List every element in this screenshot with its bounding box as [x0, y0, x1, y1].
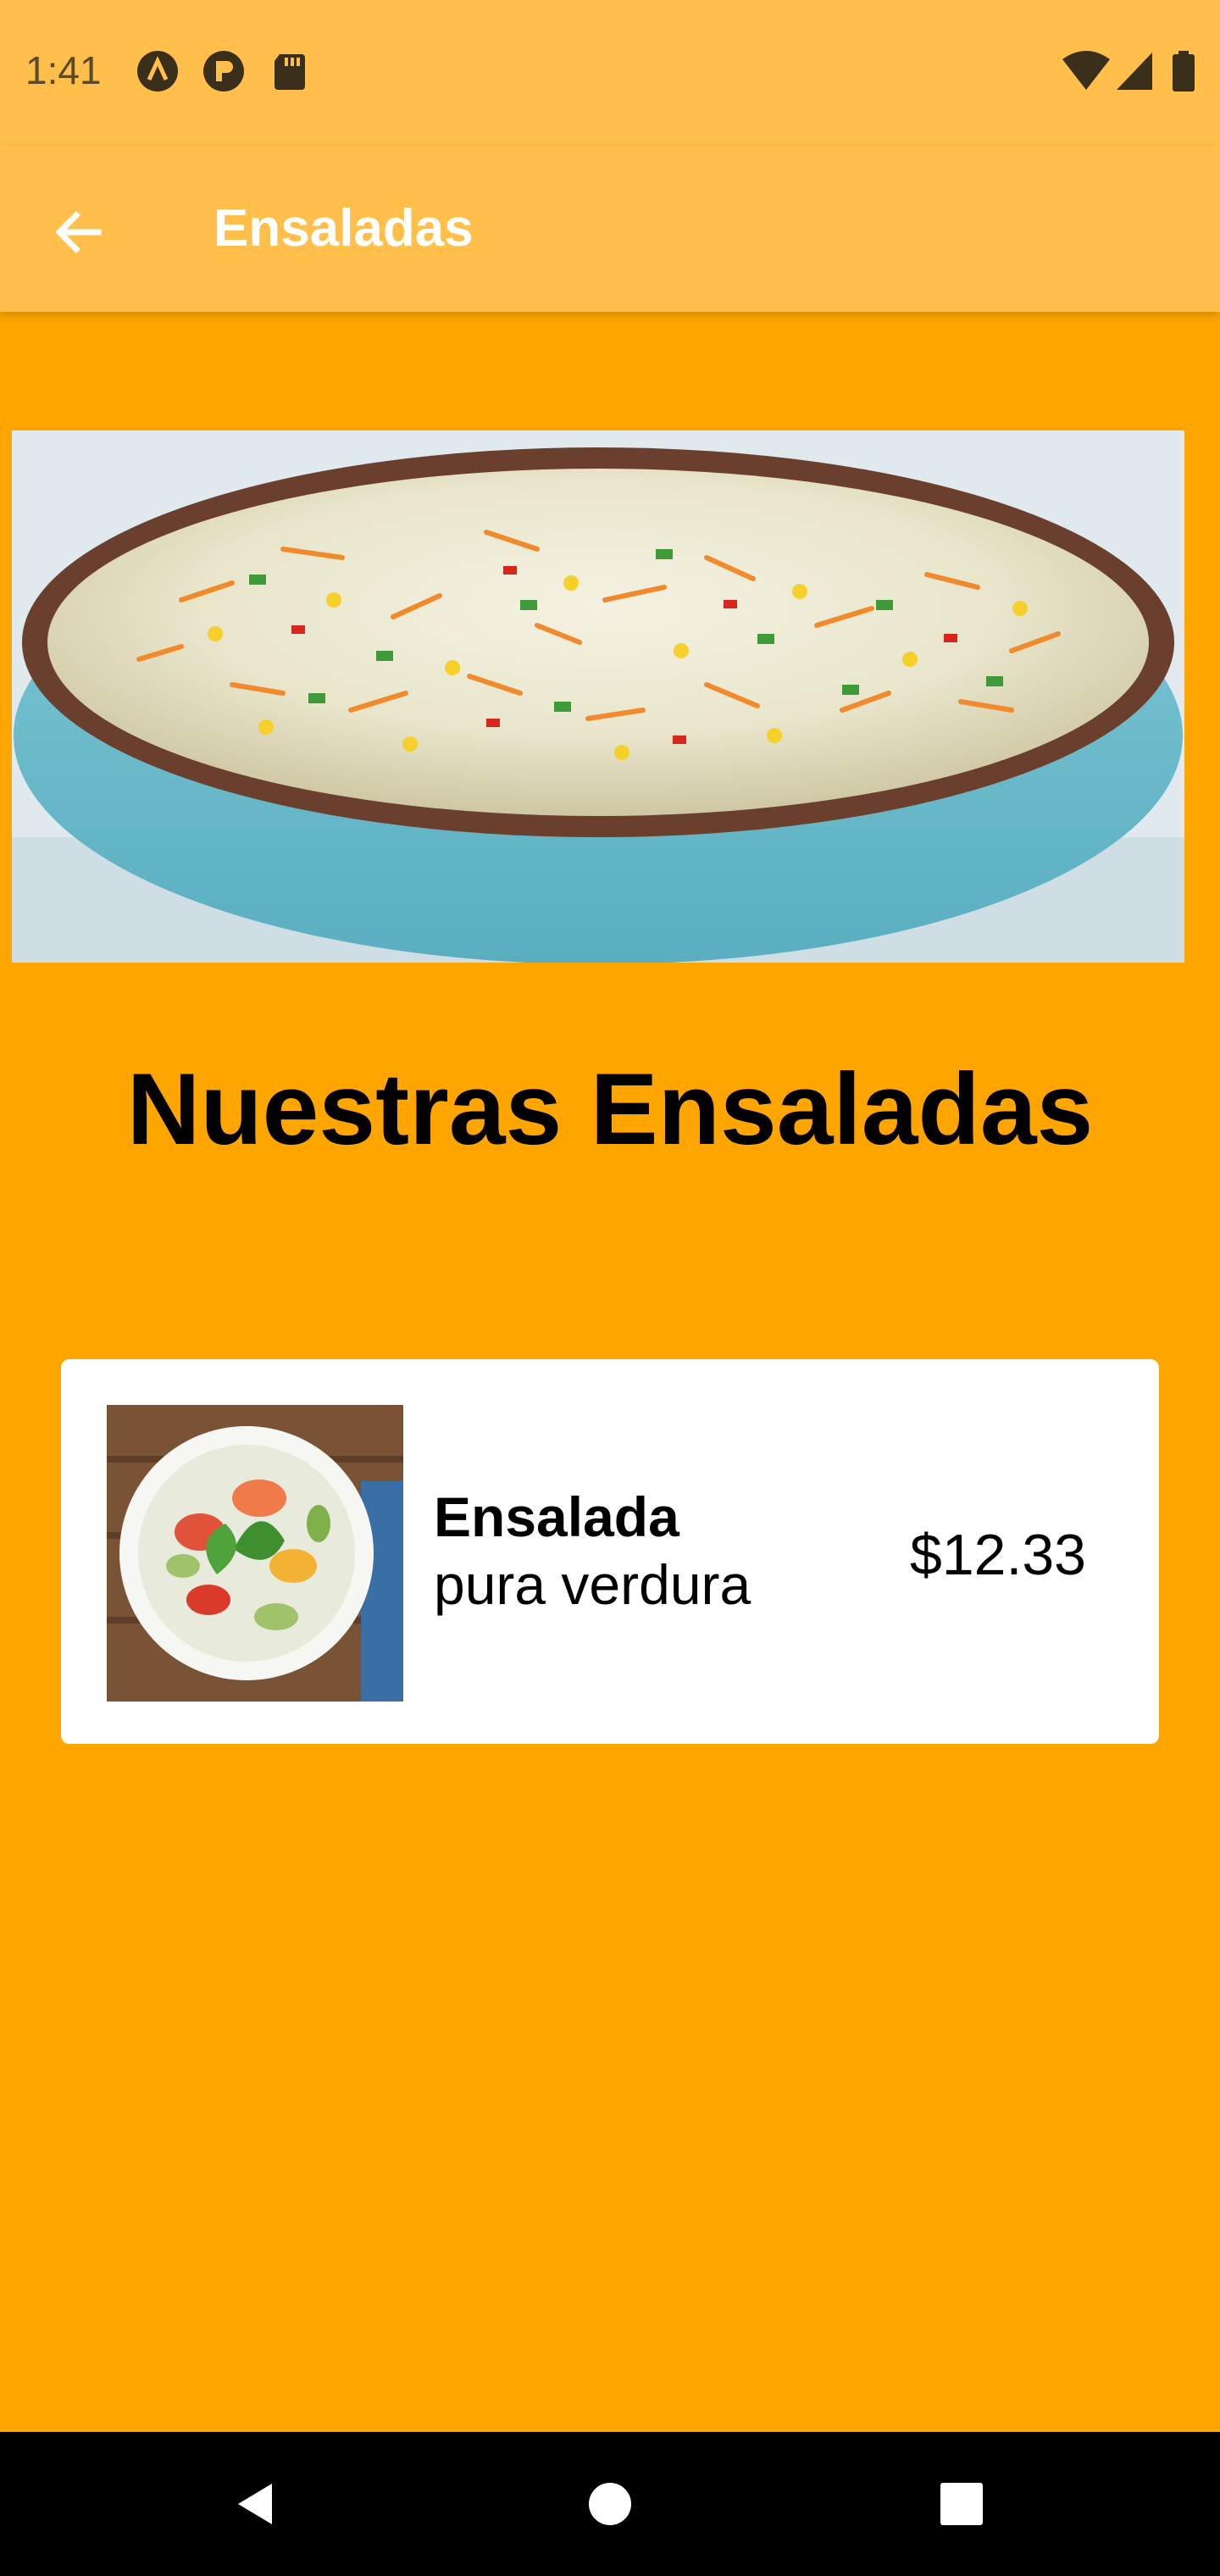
product-price: $12.33 [910, 1523, 1086, 1587]
nav-home-icon [589, 2483, 631, 2525]
nav-home-button[interactable] [572, 2466, 648, 2542]
cell-signal-icon [1117, 53, 1152, 90]
nav-recents-button[interactable] [923, 2466, 1000, 2542]
product-card[interactable]: Ensalada pura verdura $12.33 [61, 1359, 1159, 1744]
p-app-icon [203, 51, 244, 92]
a11y-icon [137, 51, 178, 92]
page-title: Ensaladas [214, 199, 474, 258]
product-description: pura verdura [434, 1553, 751, 1616]
system-nav-bar [0, 2432, 1220, 2576]
status-time: 1:41 [25, 48, 102, 92]
nav-recents-icon [940, 2483, 983, 2525]
section-title: Nuestras Ensaladas [126, 1052, 1094, 1166]
nav-back-button[interactable] [217, 2466, 293, 2542]
back-button[interactable] [34, 188, 122, 276]
arrow-left-icon [55, 211, 102, 253]
sd-card-icon [274, 54, 305, 90]
nav-back-icon [238, 2484, 272, 2524]
hero-image [12, 430, 1184, 963]
app-bar: Ensaladas [0, 146, 1220, 312]
salad-plate-image [107, 1405, 403, 1702]
battery-icon [1173, 51, 1195, 92]
salad-bowl-image [12, 430, 1184, 963]
product-name: Ensalada [434, 1485, 679, 1548]
status-bar: 1:41 [0, 0, 1220, 146]
wifi-icon [1062, 51, 1110, 90]
product-thumbnail [107, 1405, 403, 1702]
